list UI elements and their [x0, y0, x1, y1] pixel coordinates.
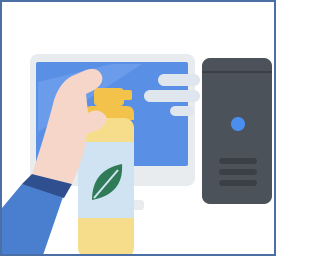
illustration-frame — [0, 0, 276, 256]
illustration — [2, 54, 272, 254]
computer-tower-icon — [202, 58, 272, 204]
